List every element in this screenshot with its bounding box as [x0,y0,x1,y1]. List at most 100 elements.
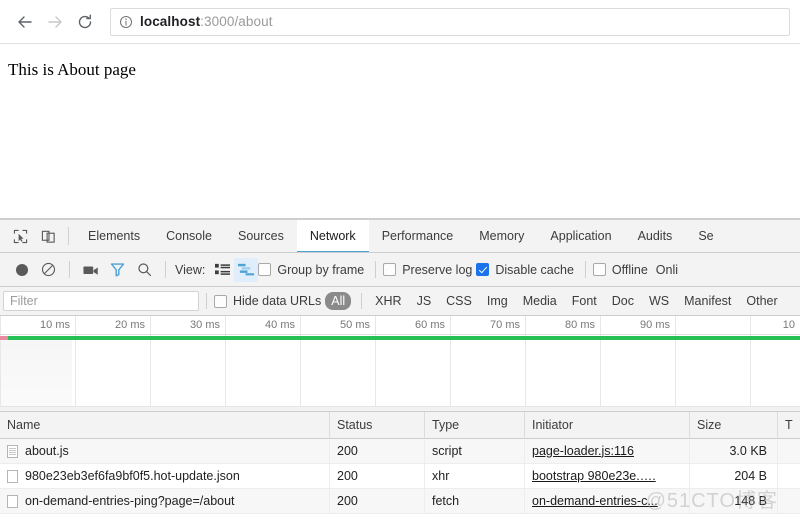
checkbox-label: Hide data URLs [233,294,321,308]
network-overview-timeline[interactable]: 10 ms 20 ms 30 ms 40 ms 50 ms 60 ms 70 m… [0,316,800,412]
filter-type-xhr[interactable]: XHR [369,292,407,310]
preserve-log-checkbox[interactable]: Preserve log [383,263,472,277]
info-circle-icon [119,15,133,29]
file-icon [7,445,18,458]
tab-elements[interactable]: Elements [75,220,153,252]
table-row[interactable]: about.js 200 script page-loader.js:116 3… [0,439,800,464]
initiator-link[interactable]: bootstrap 980e23e.…. [532,464,689,489]
filter-type-ws[interactable]: WS [643,292,675,310]
timeline-gridline [225,316,226,412]
toolbar-divider [68,227,69,245]
hide-data-urls-checkbox[interactable]: Hide data URLs [214,294,321,308]
request-time [778,439,800,464]
inspect-element-icon [13,229,28,244]
timeline-gridline [450,316,451,412]
column-header-type[interactable]: Type [425,412,525,439]
timeline-gridline [675,316,676,412]
reload-button[interactable] [70,7,100,37]
ruler-baseline [0,334,800,335]
filter-funnel-icon [110,262,125,277]
filter-type-other[interactable]: Other [740,292,783,310]
toolbar-divider [69,261,70,278]
tab-network[interactable]: Network [297,220,369,252]
tab-label: Performance [382,229,454,243]
group-by-frame-checkbox[interactable]: Group by frame [258,263,364,277]
device-toolbar-button[interactable] [34,220,62,252]
request-initiator-cell: page-loader.js:116 [525,439,690,464]
waterfall-view-button[interactable] [234,258,258,282]
search-button[interactable] [131,257,158,283]
tab-sources[interactable]: Sources [225,220,297,252]
filter-type-all[interactable]: All [325,292,351,310]
request-size: 204 B [690,464,778,489]
checkbox-label: Offline [612,263,648,277]
timeline-gridline [375,316,376,412]
initiator-link[interactable]: on-demand-entries-c... [532,489,689,514]
initiator-link[interactable]: page-loader.js:116 [532,439,689,464]
tab-label: Se [698,229,713,243]
checkbox-box [214,295,227,308]
inspect-element-button[interactable] [6,220,34,252]
capture-screenshots-button[interactable] [77,257,104,283]
timeline-tick-label: 10 ms [40,319,75,331]
timeline-gridline [300,316,301,412]
filter-type-img[interactable]: Img [481,292,514,310]
offline-checkbox[interactable]: Offline [593,263,648,277]
checkbox-box [593,263,606,276]
filter-type-js[interactable]: JS [411,292,438,310]
url-host: localhost [140,14,200,29]
back-button[interactable] [10,7,40,37]
overview-bottom-strip [0,406,800,411]
request-status: 200 [330,489,425,514]
filter-type-media[interactable]: Media [517,292,563,310]
devtools-tab-strip: Elements Console Sources Network Perform… [0,220,800,253]
request-time [778,464,800,489]
filter-type-doc[interactable]: Doc [606,292,640,310]
request-time [778,489,800,514]
filter-button[interactable] [104,257,131,283]
filter-type-manifest[interactable]: Manifest [678,292,737,310]
back-arrow-icon [16,13,34,31]
tab-application[interactable]: Application [537,220,624,252]
tab-audits[interactable]: Audits [625,220,686,252]
checkbox-box [383,263,396,276]
tab-label: Audits [638,229,673,243]
timeline-tick-label: 50 ms [340,319,375,331]
forward-button[interactable] [40,7,70,37]
throttling-dropdown[interactable]: Onli [656,263,678,277]
tab-console[interactable]: Console [153,220,225,252]
timeline-tick-label: 40 ms [265,319,300,331]
record-button[interactable] [8,257,35,283]
overview-dom-marker [0,336,8,340]
tab-security[interactable]: Se [685,220,726,252]
filter-input[interactable] [3,291,199,311]
column-header-size[interactable]: Size [690,412,778,439]
list-view-button[interactable] [210,258,234,282]
tab-memory[interactable]: Memory [466,220,537,252]
checkbox-box [476,263,489,276]
checkbox-box [258,263,271,276]
request-name-cell: about.js [0,439,330,464]
column-header-initiator[interactable]: Initiator [525,412,690,439]
column-header-name[interactable]: Name [0,412,330,439]
timeline-gridline [600,316,601,412]
tab-label: Application [550,229,611,243]
request-status: 200 [330,464,425,489]
tab-performance[interactable]: Performance [369,220,467,252]
search-magnifier-icon [137,262,152,277]
request-name-cell: on-demand-entries-ping?page=/about [0,489,330,514]
tab-label: Network [310,229,356,243]
toolbar-divider [165,261,166,278]
overview-request-band [0,336,800,340]
column-header-time[interactable]: T [778,412,800,439]
timeline-tick-label: 60 ms [415,319,450,331]
table-row[interactable]: on-demand-entries-ping?page=/about 200 f… [0,489,800,514]
filter-type-css[interactable]: CSS [440,292,478,310]
table-row[interactable]: 980e23eb3ef6fa9bf0f5.hot-update.json 200… [0,464,800,489]
disable-cache-checkbox[interactable]: Disable cache [476,263,574,277]
filter-type-font[interactable]: Font [566,292,603,310]
record-circle-icon [15,263,29,277]
address-bar[interactable]: localhost:3000/about [110,8,790,36]
clear-button[interactable] [35,257,62,283]
column-header-status[interactable]: Status [330,412,425,439]
